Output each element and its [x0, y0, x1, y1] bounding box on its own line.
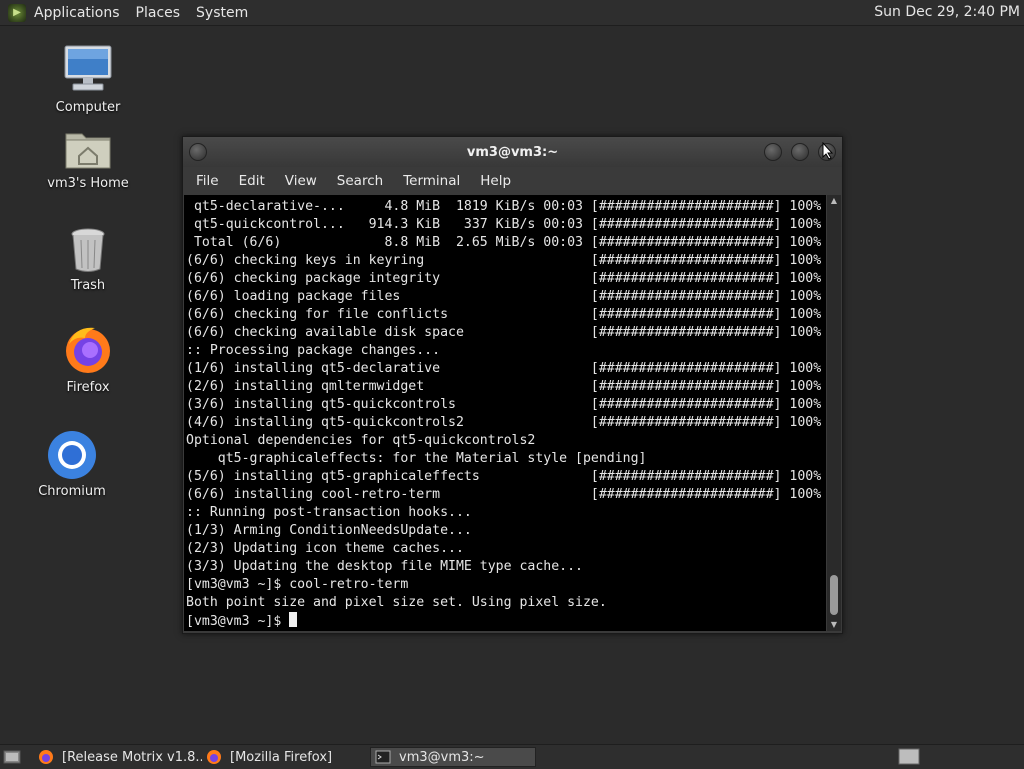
desktop-icon-label: Computer — [55, 100, 121, 115]
terminal-line: :: Running post-transaction hooks... — [186, 505, 472, 520]
menu-applications[interactable]: Applications — [34, 5, 120, 21]
terminal-cursor — [289, 612, 298, 627]
terminal-line: (3/6) installing qt5-quickcontrols [####… — [186, 397, 822, 412]
terminal-icon — [375, 750, 391, 764]
desktop-icon-label: vm3's Home — [47, 176, 129, 191]
terminal-line: (2/3) Updating icon theme caches... — [186, 541, 464, 556]
menu-view[interactable]: View — [282, 171, 320, 191]
desktop-icon-trash[interactable]: Trash — [38, 226, 138, 293]
terminal-line: (6/6) installing cool-retro-term [######… — [186, 487, 822, 502]
terminal-prompt: [vm3@vm3 ~]$ — [186, 614, 290, 629]
taskbar-item-label: [Release Motrix v1.8.... — [62, 749, 202, 765]
terminal-line: Optional dependencies for qt5-quickcontr… — [186, 433, 536, 448]
distro-logo-icon[interactable]: ▶ — [8, 3, 26, 22]
home-folder-icon — [65, 133, 111, 169]
top-panel: ▶ Applications Places System Sun Dec 29,… — [0, 0, 1024, 26]
terminal-line: :: Processing package changes... — [186, 343, 441, 358]
terminal-line: (6/6) loading package files [###########… — [186, 289, 822, 304]
menu-help[interactable]: Help — [477, 171, 514, 191]
menu-places[interactable]: Places — [136, 5, 181, 21]
terminal-prompt-line[interactable]: [vm3@vm3 ~]$ — [186, 612, 826, 631]
desktop-icon-computer[interactable]: Computer — [38, 44, 138, 115]
terminal-menubar: File Edit View Search Terminal Help — [183, 167, 842, 195]
taskbar-item[interactable]: [Mozilla Firefox] — [206, 747, 366, 767]
workspace-switcher-icon[interactable] — [898, 748, 920, 765]
terminal-line: (4/6) installing qt5-quickcontrols2 [###… — [186, 415, 822, 430]
terminal-line: (6/6) checking keys in keyring [########… — [186, 253, 822, 268]
menu-system[interactable]: System — [196, 5, 248, 21]
desktop-icon-firefox[interactable]: Firefox — [38, 324, 138, 395]
terminal-line: (1/6) installing qt5-declarative [######… — [186, 361, 822, 376]
firefox-icon — [207, 750, 221, 764]
terminal-line: (6/6) checking package integrity [######… — [186, 271, 822, 286]
firefox-icon — [39, 750, 53, 764]
scroll-down-arrow-icon[interactable]: ▼ — [827, 619, 841, 631]
terminal-line: [vm3@vm3 ~]$ cool-retro-term — [186, 577, 409, 592]
firefox-icon — [66, 327, 110, 373]
terminal-line: (1/3) Arming ConditionNeedsUpdate... — [186, 523, 472, 538]
window-menu-button[interactable] — [189, 143, 207, 161]
terminal-line: qt5-graphicaleffects: for the Material s… — [186, 451, 647, 466]
scrollbar-thumb[interactable] — [830, 575, 838, 615]
terminal-line: (3/3) Updating the desktop file MIME typ… — [186, 559, 583, 574]
taskbar-item[interactable]: [Release Motrix v1.8.... — [38, 747, 202, 767]
chromium-icon — [48, 431, 96, 479]
minimize-button[interactable] — [764, 143, 782, 161]
desktop-icon-chromium[interactable]: Chromium — [22, 430, 122, 499]
menu-file[interactable]: File — [193, 171, 222, 191]
terminal-line: Total (6/6) 8.8 MiB 2.65 MiB/s 00:03 [##… — [186, 235, 822, 250]
menu-search[interactable]: Search — [334, 171, 386, 191]
taskbar-item-label: [Mozilla Firefox] — [230, 749, 333, 765]
terminal-line: qt5-quickcontrol... 914.3 KiB 337 KiB/s … — [186, 217, 822, 232]
computer-icon — [64, 45, 112, 91]
show-desktop-icon[interactable] — [3, 748, 21, 766]
terminal-line: qt5-declarative-... 4.8 MiB 1819 KiB/s 0… — [186, 199, 822, 214]
mouse-pointer-icon — [822, 142, 834, 160]
window-title: vm3@vm3:~ — [466, 144, 559, 160]
terminal-output[interactable]: qt5-declarative-... 4.8 MiB 1819 KiB/s 0… — [184, 195, 826, 631]
taskbar-item-active[interactable]: vm3@vm3:~ — [370, 747, 536, 767]
terminal-scrollbar[interactable]: ▲ ▼ — [827, 195, 841, 631]
scroll-up-arrow-icon[interactable]: ▲ — [827, 195, 841, 207]
terminal-line: (5/6) installing qt5-graphicaleffects [#… — [186, 469, 822, 484]
terminal-line: Both point size and pixel size set. Usin… — [186, 595, 607, 610]
desktop-icon-label: Chromium — [38, 484, 106, 499]
window-titlebar[interactable]: vm3@vm3:~ — [183, 137, 842, 167]
trash-icon — [71, 228, 105, 272]
desktop-icon-label: Trash — [70, 278, 106, 293]
panel-clock[interactable]: Sun Dec 29, 2:40 PM — [874, 4, 1020, 20]
maximize-button[interactable] — [791, 143, 809, 161]
desktop-icon-home[interactable]: vm3's Home — [38, 126, 138, 191]
desktop-icon-label: Firefox — [66, 380, 110, 395]
terminal-line: (2/6) installing qmltermwidget [########… — [186, 379, 822, 394]
terminal-line: (6/6) checking for file conflicts [#####… — [186, 307, 822, 322]
taskbar-item-label: vm3@vm3:~ — [399, 749, 485, 765]
menu-terminal[interactable]: Terminal — [400, 171, 463, 191]
terminal-line: (6/6) checking available disk space [###… — [186, 325, 822, 340]
terminal-window[interactable]: vm3@vm3:~ File Edit View Search Terminal… — [182, 136, 843, 634]
bottom-panel: [Release Motrix v1.8.... [Mozilla Firefo… — [0, 744, 1024, 769]
menu-edit[interactable]: Edit — [236, 171, 268, 191]
